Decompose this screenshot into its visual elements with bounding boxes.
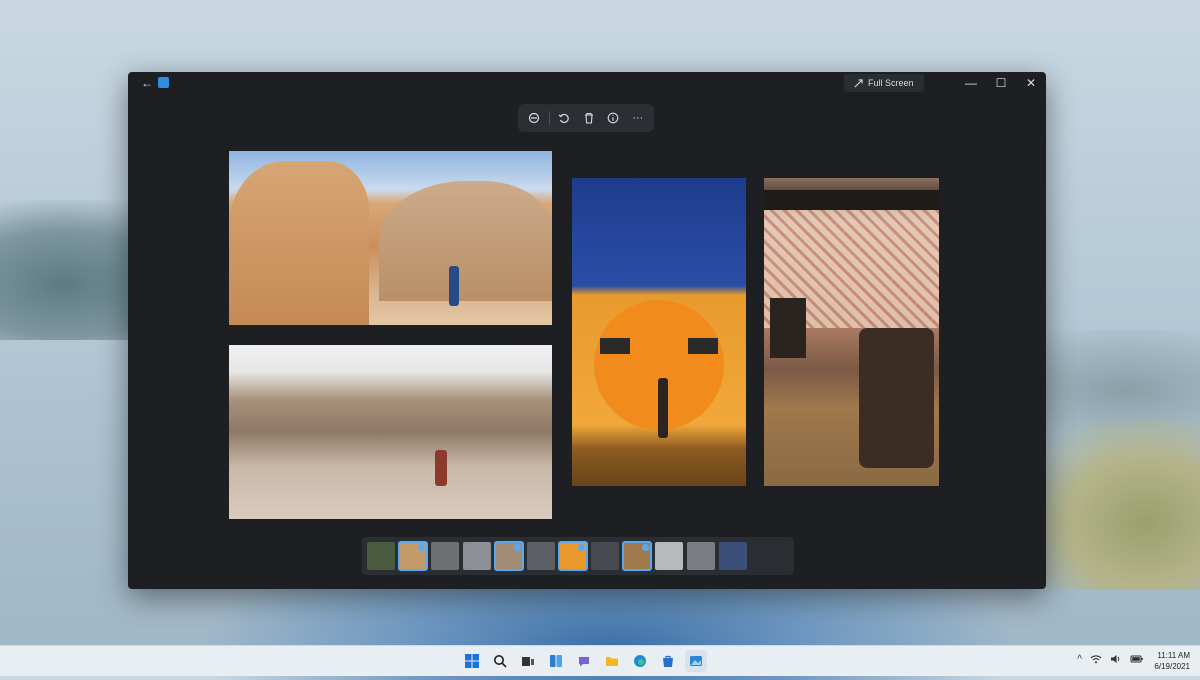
maximize-button[interactable]: ☐	[986, 72, 1016, 94]
filmstrip-thumbnail[interactable]	[494, 541, 524, 571]
taskbar: ^ 11:11 AM 6/19/2021	[0, 645, 1200, 676]
close-icon: ✕	[1025, 76, 1037, 90]
photo-detail	[658, 378, 668, 438]
clock-date: 6/19/2021	[1154, 662, 1190, 671]
search-icon	[494, 655, 507, 668]
selected-check-icon	[418, 544, 425, 551]
photo-detail	[688, 338, 718, 354]
filmstrip-thumbnail[interactable]	[558, 541, 588, 571]
task-view-icon	[522, 657, 534, 666]
photo-orange-sun-wall[interactable]	[572, 178, 746, 486]
more-icon: ···	[632, 112, 644, 124]
filmstrip	[362, 537, 794, 575]
windows-logo-icon	[465, 654, 479, 668]
taskbar-apps	[461, 650, 707, 672]
clock-time: 11:11 AM	[1157, 651, 1190, 660]
back-arrow-icon: ←	[141, 76, 153, 90]
photo-toolbar: ···	[518, 104, 654, 132]
info-icon	[607, 112, 619, 124]
file-explorer-button[interactable]	[601, 650, 623, 672]
full-screen-label: Full Screen	[868, 78, 914, 88]
clock[interactable]: 11:11 AM 6/19/2021	[1154, 650, 1190, 672]
more-options-button[interactable]: ···	[628, 108, 648, 128]
photo-detail	[379, 181, 552, 301]
photos-app-icon	[158, 77, 169, 88]
photos-taskbar-button[interactable]	[685, 650, 707, 672]
full-screen-button[interactable]: Full Screen	[844, 74, 924, 92]
minimize-button[interactable]: —	[956, 72, 986, 94]
filmstrip-thumbnail[interactable]	[527, 542, 555, 570]
photo-desert-rocks-hiker[interactable]	[229, 151, 552, 325]
selected-check-icon	[578, 544, 585, 551]
photo-detail	[435, 450, 447, 486]
photo-detail	[229, 161, 369, 325]
widgets-button[interactable]	[545, 650, 567, 672]
photos-icon	[690, 656, 702, 666]
info-button[interactable]	[603, 108, 623, 128]
photo-desert-boulders-hiker[interactable]	[229, 345, 552, 519]
title-bar: ← Full Screen — ☐ ✕	[128, 72, 1046, 94]
search-button[interactable]	[489, 650, 511, 672]
filmstrip-thumbnail[interactable]	[591, 542, 619, 570]
minimize-icon: —	[965, 76, 977, 90]
photo-restaurant-interior[interactable]	[764, 178, 939, 486]
store-button[interactable]	[657, 650, 679, 672]
trash-icon	[584, 112, 593, 124]
filmstrip-thumbnail[interactable]	[367, 542, 395, 570]
chat-icon	[579, 657, 589, 667]
close-button[interactable]: ✕	[1016, 72, 1046, 94]
photo-detail	[764, 190, 939, 210]
chat-button[interactable]	[573, 650, 595, 672]
filmstrip-thumbnail[interactable]	[463, 542, 491, 570]
selected-check-icon	[642, 544, 649, 551]
volume-icon[interactable]	[1110, 654, 1122, 664]
photo-detail	[770, 298, 806, 358]
wallpaper-field	[1020, 420, 1200, 590]
delete-button[interactable]	[579, 108, 599, 128]
filmstrip-thumbnail[interactable]	[687, 542, 715, 570]
rotate-button[interactable]	[554, 108, 574, 128]
filmstrip-thumbnail[interactable]	[398, 541, 428, 571]
compare-icon	[529, 112, 540, 124]
folder-icon	[606, 657, 618, 666]
filmstrip-thumbnail[interactable]	[622, 541, 652, 571]
photo-detail	[449, 266, 459, 306]
rotate-icon	[558, 113, 570, 124]
wifi-icon[interactable]	[1090, 654, 1102, 664]
filmstrip-thumbnail[interactable]	[655, 542, 683, 570]
store-icon	[663, 655, 673, 667]
edge-button[interactable]	[629, 650, 651, 672]
photo-detail	[600, 338, 630, 354]
view-compare-button[interactable]	[524, 108, 544, 128]
filmstrip-thumbnail[interactable]	[431, 542, 459, 570]
start-button[interactable]	[461, 650, 483, 672]
photos-window: ← Full Screen — ☐ ✕ ···	[128, 72, 1046, 589]
maximize-icon: ☐	[995, 76, 1007, 90]
system-tray: ^	[1077, 654, 1144, 665]
expand-icon	[854, 78, 863, 87]
widgets-icon	[550, 655, 562, 667]
battery-icon[interactable]	[1130, 654, 1144, 664]
task-view-button[interactable]	[517, 650, 539, 672]
toolbar-divider	[548, 111, 550, 125]
photo-detail	[859, 328, 934, 468]
selected-check-icon	[514, 544, 521, 551]
edge-icon	[634, 655, 646, 667]
tray-overflow-chevron-icon[interactable]: ^	[1077, 654, 1082, 665]
filmstrip-thumbnail[interactable]	[719, 542, 747, 570]
